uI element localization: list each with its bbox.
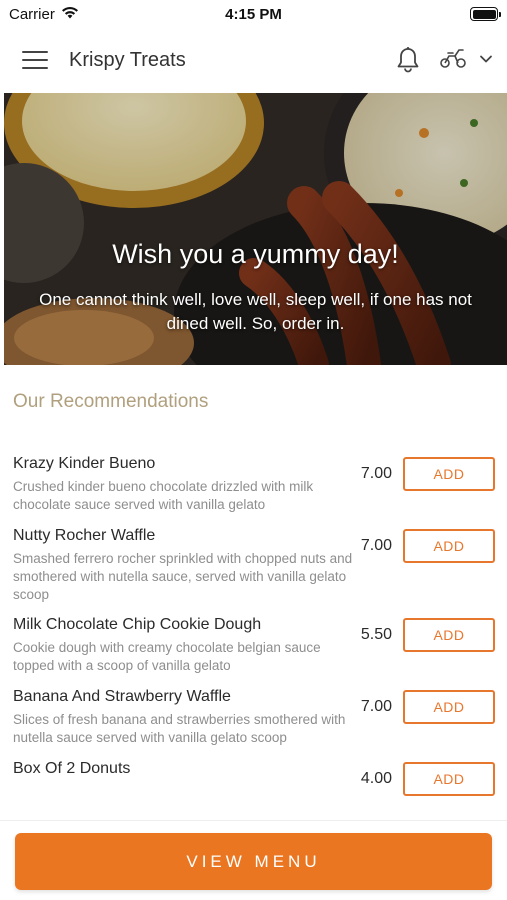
chevron-down-icon (479, 51, 493, 69)
battery-icon (470, 7, 501, 21)
scooter-icon (439, 47, 467, 74)
carrier-label: Carrier (9, 5, 55, 23)
item-price: 7.00 (360, 698, 392, 715)
add-button[interactable]: ADD (403, 529, 495, 563)
item-price: 5.50 (360, 626, 392, 643)
add-button[interactable]: ADD (403, 457, 495, 491)
add-button[interactable]: ADD (403, 618, 495, 652)
wifi-icon (61, 6, 79, 23)
bell-icon[interactable] (395, 46, 421, 74)
bottom-bar: VIEW MENU (0, 820, 507, 900)
app-header: Krispy Treats (0, 28, 507, 92)
status-bar: Carrier 4:15 PM (0, 0, 507, 28)
item-name: Milk Chocolate Chip Cookie Dough (13, 616, 262, 633)
item-description: Slices of fresh banana and strawberries … (13, 712, 346, 745)
add-button[interactable]: ADD (403, 762, 495, 796)
hero-banner: Wish you a yummy day! One cannot think w… (4, 93, 507, 365)
header-actions (395, 46, 493, 74)
hero-subtitle: One cannot think well, love well, sleep … (39, 290, 472, 333)
hero-title: Wish you a yummy day! (112, 239, 399, 269)
add-button[interactable]: ADD (403, 690, 495, 724)
item-price: 4.00 (360, 770, 392, 787)
item-description: Smashed ferrero rocher sprinkled with ch… (13, 551, 353, 602)
item-name: Nutty Rocher Waffle (13, 527, 156, 544)
item-price: 7.00 (360, 465, 392, 482)
item-description: Cookie dough with creamy chocolate belgi… (13, 640, 321, 673)
menu-icon[interactable] (22, 51, 48, 69)
item-price: 7.00 (360, 537, 392, 554)
item-name: Box Of 2 Donuts (13, 760, 131, 777)
item-name: Krazy Kinder Bueno (13, 455, 156, 472)
item-description: Crushed kinder bueno chocolate drizzled … (13, 479, 314, 512)
item-name: Banana And Strawberry Waffle (13, 688, 231, 705)
app-title: Krispy Treats (69, 48, 186, 71)
status-left: Carrier (9, 6, 79, 23)
view-menu-button[interactable]: VIEW MENU (15, 833, 492, 890)
recommendations-title: Our Recommendations (13, 391, 209, 412)
delivery-mode-selector[interactable] (439, 47, 493, 74)
